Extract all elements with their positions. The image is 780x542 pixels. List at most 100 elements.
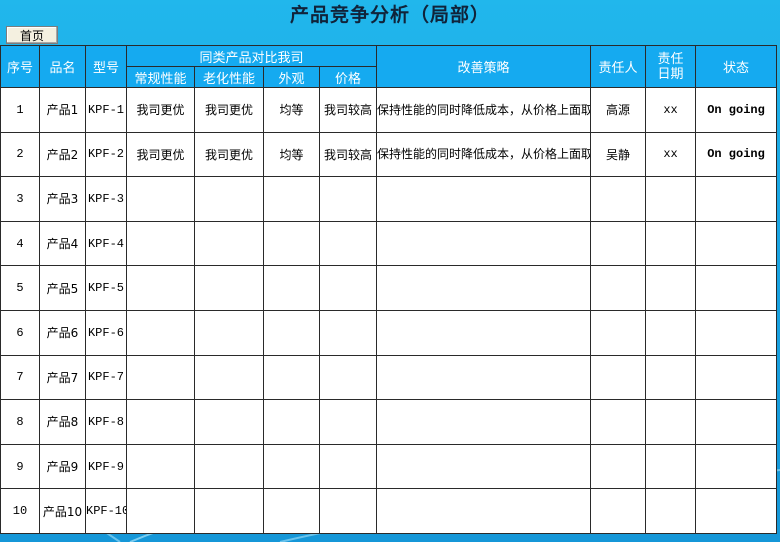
- aging-cell[interactable]: 我司更优: [194, 131, 264, 178]
- price-cell[interactable]: [318, 399, 378, 445]
- name-cell[interactable]: 产品7: [39, 354, 86, 401]
- price-cell[interactable]: 我司较高: [318, 87, 378, 133]
- strategy-cell[interactable]: [376, 354, 592, 401]
- name-cell[interactable]: 产品9: [39, 443, 86, 490]
- performance-cell[interactable]: [126, 265, 195, 311]
- due-date-cell[interactable]: [645, 220, 697, 267]
- performance-cell[interactable]: [126, 399, 195, 445]
- model-cell[interactable]: KPF-6: [85, 309, 127, 356]
- seq-cell[interactable]: 8: [0, 399, 40, 445]
- seq-cell[interactable]: 3: [0, 176, 40, 222]
- appearance-cell[interactable]: [263, 399, 320, 445]
- strategy-cell[interactable]: 保持性能的同时降低成本，从价格上面取得优势: [376, 87, 592, 133]
- appearance-cell[interactable]: [263, 220, 320, 267]
- due-date-cell[interactable]: [645, 265, 697, 311]
- strategy-cell[interactable]: [376, 265, 592, 311]
- appearance-cell[interactable]: 均等: [263, 131, 320, 178]
- due-date-cell[interactable]: xx: [645, 87, 697, 133]
- status-cell[interactable]: [695, 443, 778, 490]
- model-cell[interactable]: KPF-10: [85, 488, 127, 534]
- aging-cell[interactable]: 我司更优: [194, 87, 264, 133]
- name-cell[interactable]: 产品4: [39, 220, 86, 267]
- status-cell[interactable]: [695, 354, 778, 401]
- owner-cell[interactable]: [590, 220, 647, 267]
- performance-cell[interactable]: [126, 488, 195, 534]
- aging-cell[interactable]: [194, 443, 264, 490]
- performance-cell[interactable]: 我司更优: [126, 131, 195, 178]
- name-cell[interactable]: 产品6: [39, 309, 86, 356]
- seq-cell[interactable]: 10: [0, 488, 40, 534]
- aging-cell[interactable]: [194, 220, 264, 267]
- name-cell[interactable]: 产品1: [39, 87, 86, 133]
- price-cell[interactable]: [318, 354, 378, 401]
- price-cell[interactable]: [318, 443, 378, 490]
- status-cell[interactable]: [695, 220, 778, 267]
- model-cell[interactable]: KPF-5: [85, 265, 127, 311]
- appearance-cell[interactable]: [263, 309, 320, 356]
- strategy-cell[interactable]: [376, 399, 592, 445]
- price-cell[interactable]: [318, 176, 378, 222]
- owner-cell[interactable]: [590, 309, 647, 356]
- strategy-cell[interactable]: [376, 443, 592, 490]
- aging-cell[interactable]: [194, 488, 264, 534]
- name-cell[interactable]: 产品5: [39, 265, 86, 311]
- strategy-cell[interactable]: [376, 488, 592, 534]
- owner-cell[interactable]: [590, 488, 647, 534]
- model-cell[interactable]: KPF-1: [85, 87, 127, 133]
- performance-cell[interactable]: [126, 176, 195, 222]
- owner-cell[interactable]: [590, 354, 647, 401]
- name-cell[interactable]: 产品10: [39, 488, 86, 534]
- seq-cell[interactable]: 7: [0, 354, 40, 401]
- due-date-cell[interactable]: [645, 309, 697, 356]
- owner-cell[interactable]: [590, 443, 647, 490]
- seq-cell[interactable]: 6: [0, 309, 40, 356]
- price-cell[interactable]: 我司较高: [318, 131, 378, 178]
- model-cell[interactable]: KPF-4: [85, 220, 127, 267]
- strategy-cell[interactable]: [376, 309, 592, 356]
- owner-cell[interactable]: 高源: [590, 87, 647, 133]
- due-date-cell[interactable]: xx: [645, 131, 697, 178]
- due-date-cell[interactable]: [645, 443, 697, 490]
- price-cell[interactable]: [318, 488, 378, 534]
- model-cell[interactable]: KPF-7: [85, 354, 127, 401]
- appearance-cell[interactable]: [263, 354, 320, 401]
- aging-cell[interactable]: [194, 176, 264, 222]
- price-cell[interactable]: [318, 265, 378, 311]
- seq-cell[interactable]: 5: [0, 265, 40, 311]
- aging-cell[interactable]: [194, 399, 264, 445]
- status-cell[interactable]: [695, 265, 778, 311]
- name-cell[interactable]: 产品8: [39, 399, 86, 445]
- performance-cell[interactable]: [126, 443, 195, 490]
- seq-cell[interactable]: 4: [0, 220, 40, 267]
- performance-cell[interactable]: [126, 309, 195, 356]
- aging-cell[interactable]: [194, 309, 264, 356]
- performance-cell[interactable]: 我司更优: [126, 87, 195, 133]
- name-cell[interactable]: 产品2: [39, 131, 86, 178]
- due-date-cell[interactable]: [645, 399, 697, 445]
- due-date-cell[interactable]: [645, 354, 697, 401]
- aging-cell[interactable]: [194, 265, 264, 311]
- seq-cell[interactable]: 9: [0, 443, 40, 490]
- price-cell[interactable]: [318, 220, 378, 267]
- owner-cell[interactable]: [590, 176, 647, 222]
- price-cell[interactable]: [318, 309, 378, 356]
- aging-cell[interactable]: [194, 354, 264, 401]
- status-cell[interactable]: [695, 309, 778, 356]
- appearance-cell[interactable]: [263, 443, 320, 490]
- due-date-cell[interactable]: [645, 488, 697, 534]
- owner-cell[interactable]: [590, 399, 647, 445]
- model-cell[interactable]: KPF-2: [85, 131, 127, 178]
- status-cell[interactable]: [695, 176, 778, 222]
- name-cell[interactable]: 产品3: [39, 176, 86, 222]
- strategy-cell[interactable]: 保持性能的同时降低成本，从价格上面取得优势: [376, 131, 592, 178]
- status-cell[interactable]: On going: [695, 131, 778, 178]
- appearance-cell[interactable]: [263, 176, 320, 222]
- seq-cell[interactable]: 2: [0, 131, 40, 178]
- appearance-cell[interactable]: [263, 265, 320, 311]
- due-date-cell[interactable]: [645, 176, 697, 222]
- model-cell[interactable]: KPF-9: [85, 443, 127, 490]
- status-cell[interactable]: On going: [695, 87, 778, 133]
- strategy-cell[interactable]: [376, 220, 592, 267]
- owner-cell[interactable]: 吴静: [590, 131, 647, 178]
- appearance-cell[interactable]: [263, 488, 320, 534]
